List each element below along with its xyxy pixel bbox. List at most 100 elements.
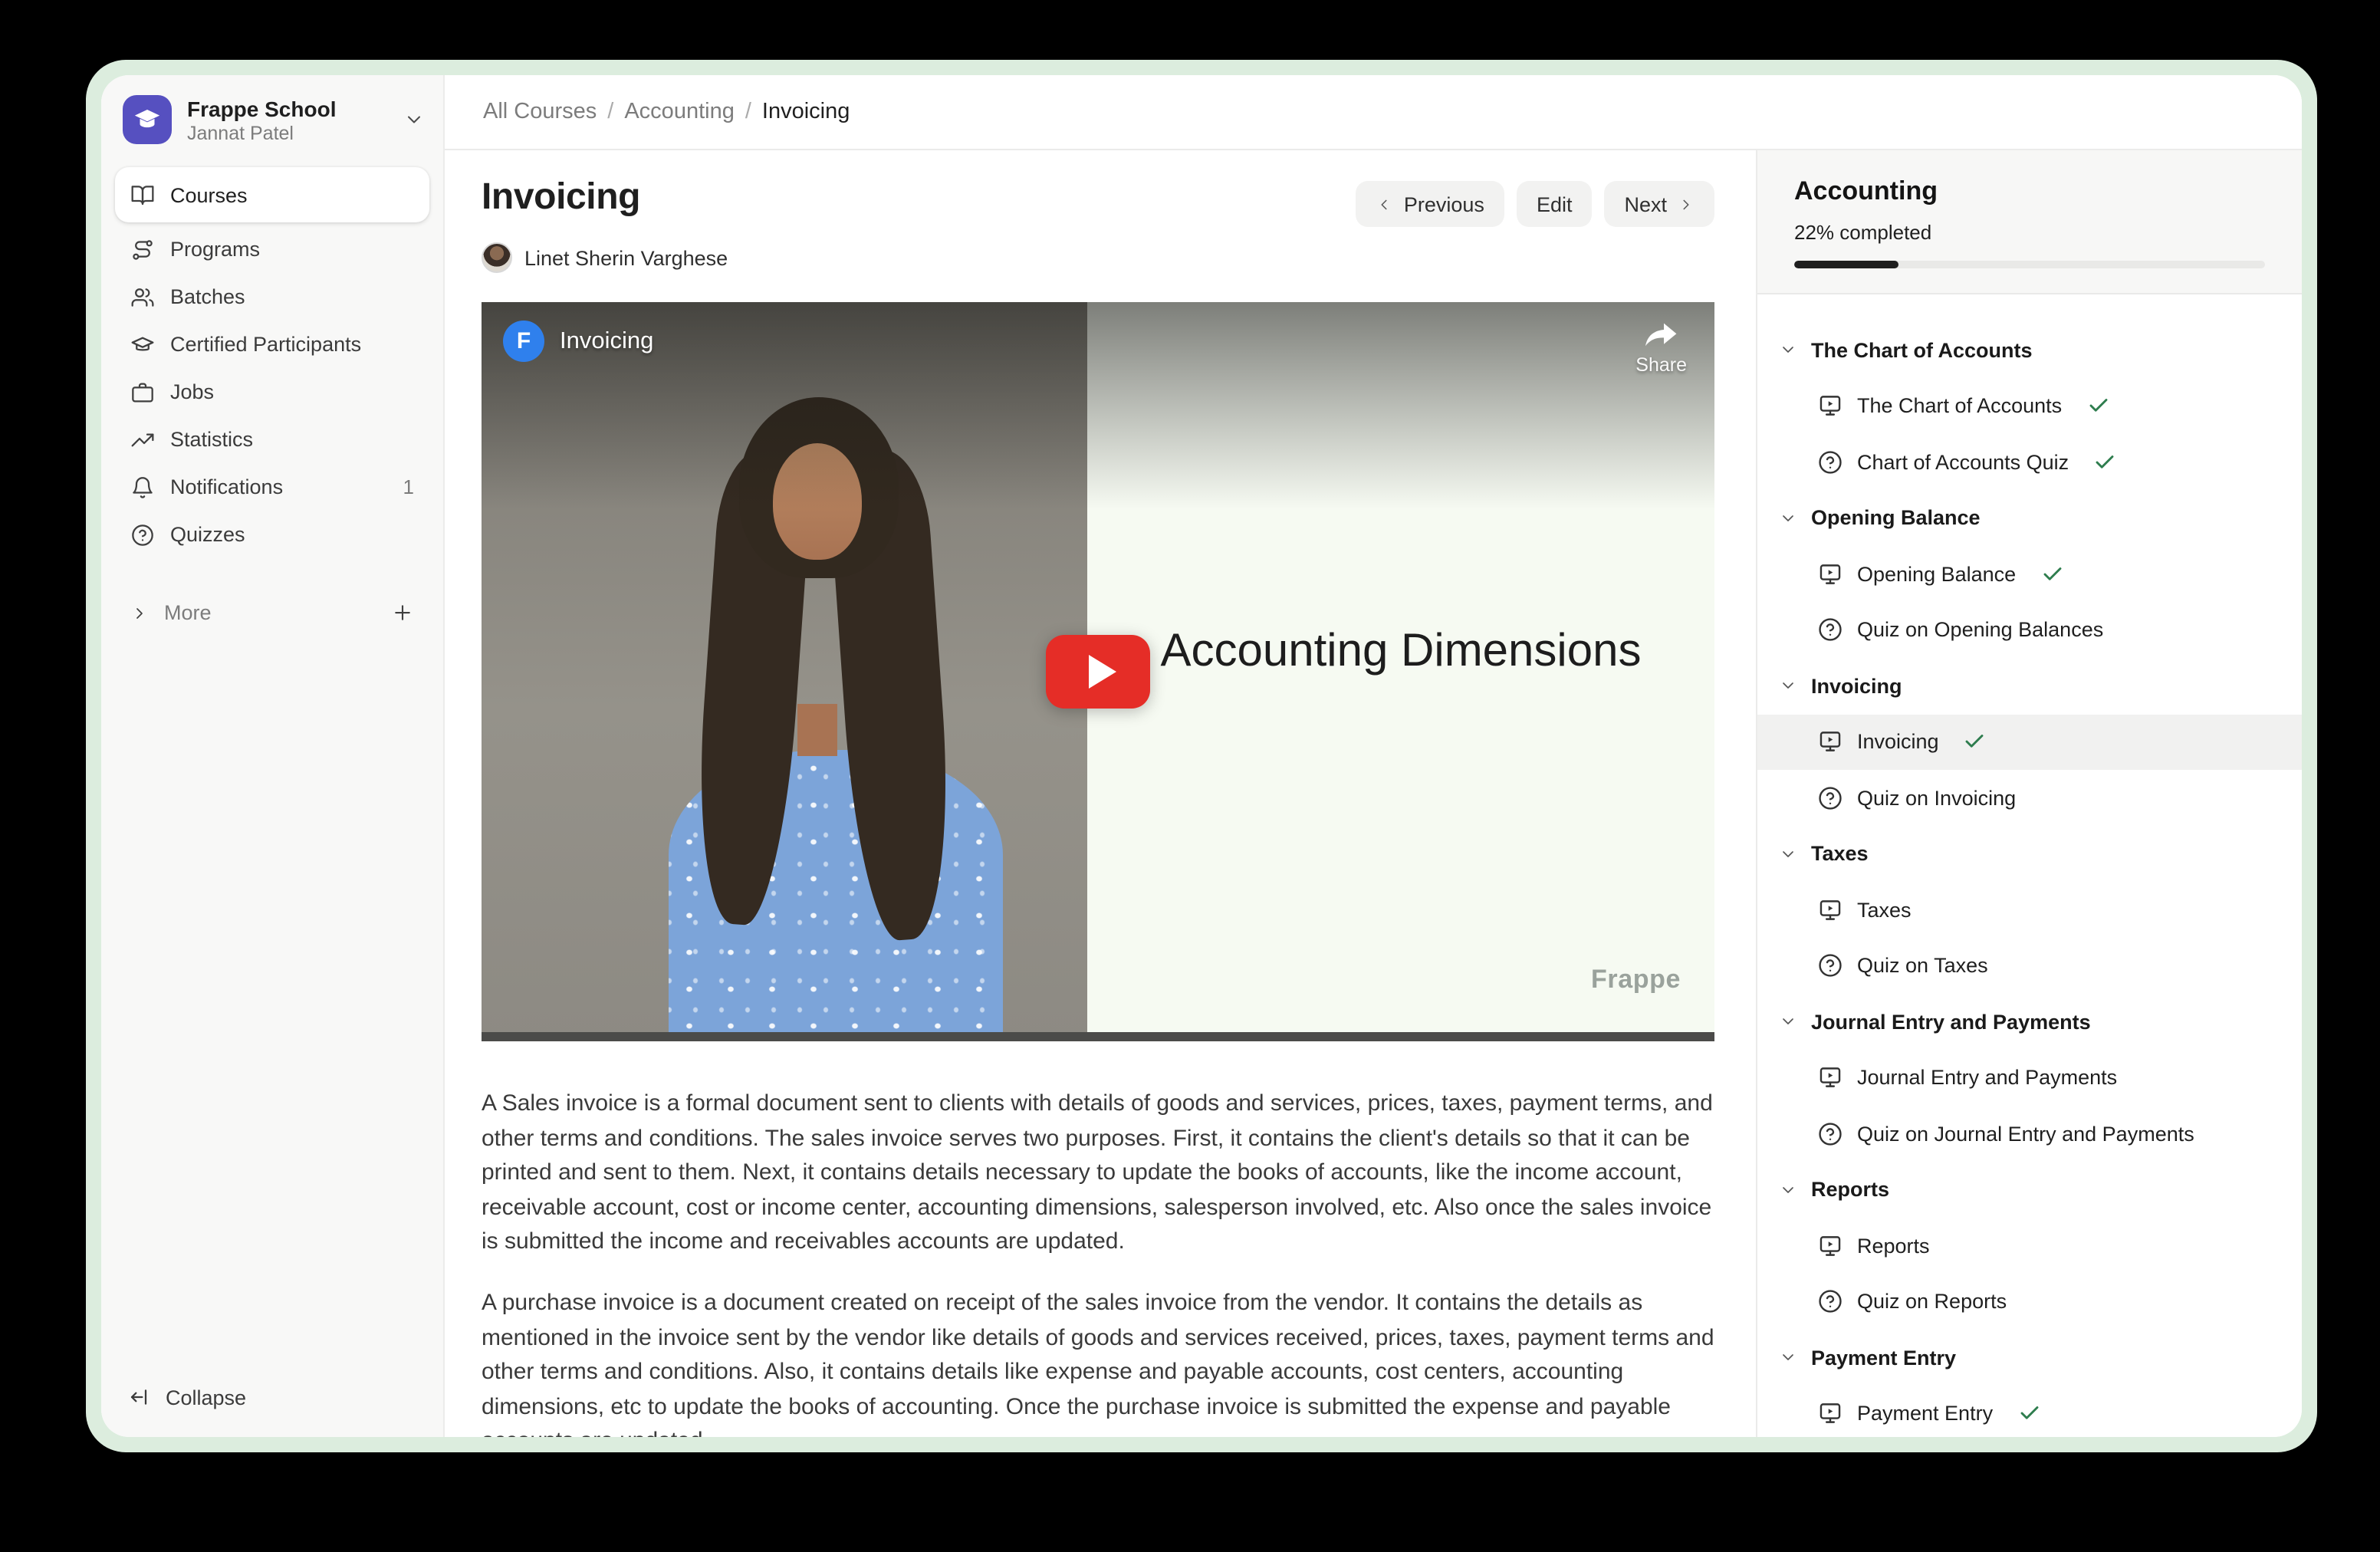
sidebar-item-label: Programs	[170, 238, 260, 261]
outline-section-payment-entry[interactable]: Payment Entry	[1757, 1330, 2302, 1386]
app-title: Frappe School	[187, 96, 388, 120]
chevron-down-icon	[1779, 1181, 1797, 1199]
check-icon	[1964, 731, 1987, 754]
window-frame: Frappe School Jannat Patel Courses Progra…	[86, 60, 2317, 1452]
frappe-school-logo	[123, 95, 172, 144]
outline-item-label: Reports	[1857, 1235, 1930, 1258]
outline-item-reports[interactable]: Reports	[1757, 1218, 2302, 1274]
breadcrumb-separator: /	[745, 100, 751, 124]
outline-item-the-chart-of-accounts[interactable]: The Chart of Accounts	[1757, 378, 2302, 434]
chevron-down-icon	[1779, 845, 1797, 863]
outline-item-label: Quiz on Invoicing	[1857, 787, 2016, 810]
outline-item-opening-balance[interactable]: Opening Balance	[1757, 546, 2302, 602]
outline-item-label: Quiz on Opening Balances	[1857, 619, 2103, 642]
outline-section-title: The Chart of Accounts	[1811, 339, 2033, 362]
play-button[interactable]	[1046, 635, 1150, 709]
course-progress-header: Accounting 22% completed	[1757, 150, 2302, 294]
book-open-icon	[130, 182, 155, 207]
slide-title: Accounting Dimensions	[1161, 620, 1642, 680]
plus-icon[interactable]	[391, 601, 414, 624]
previous-button[interactable]: Previous	[1356, 181, 1504, 227]
outline-item-label: Payment Entry	[1857, 1402, 1993, 1425]
sidebar-item-label: Courses	[170, 183, 248, 206]
outline-item-quiz-on-reports[interactable]: Quiz on Reports	[1757, 1274, 2302, 1330]
sidebar-item-label: Notifications	[170, 475, 283, 498]
progress-label: 22% completed	[1794, 221, 2265, 244]
play-icon	[1088, 655, 1116, 689]
sidebar-item-jobs[interactable]: Jobs	[115, 368, 429, 416]
help-circle-icon	[1817, 1121, 1843, 1147]
progress-bar-fill	[1794, 261, 1898, 268]
outline-item-payment-entry[interactable]: Payment Entry	[1757, 1386, 2302, 1437]
sidebar-nav: Courses Programs Batches Certified Particip…	[101, 158, 443, 558]
sidebar-more-toggle[interactable]: More	[115, 589, 429, 636]
briefcase-icon	[130, 380, 155, 404]
lesson-paragraph: A purchase invoice is a document created…	[482, 1287, 1714, 1437]
users-icon	[130, 284, 155, 309]
outline-section-title: Journal Entry and Payments	[1811, 1011, 2091, 1034]
more-label: More	[164, 601, 212, 624]
notification-count-badge: 1	[403, 475, 414, 498]
breadcrumb-link-all-courses[interactable]: All Courses	[483, 100, 597, 124]
presenter-figure	[797, 704, 837, 756]
sidebar-item-notifications[interactable]: Notifications 1	[115, 463, 429, 511]
outline-item-quiz-on-taxes[interactable]: Quiz on Taxes	[1757, 938, 2302, 994]
outline-section-opening-balance[interactable]: Opening Balance	[1757, 490, 2302, 546]
outline-item-journal-entry-and-payments[interactable]: Journal Entry and Payments	[1757, 1050, 2302, 1106]
page-title: Invoicing	[482, 176, 640, 219]
sidebar-item-batches[interactable]: Batches	[115, 273, 429, 321]
collapse-label: Collapse	[166, 1386, 246, 1409]
share-label: Share	[1635, 354, 1687, 376]
outline-section-journal-entry-and-payments[interactable]: Journal Entry and Payments	[1757, 994, 2302, 1050]
breadcrumb-separator: /	[607, 100, 613, 124]
outline-item-quiz-on-invoicing[interactable]: Quiz on Invoicing	[1757, 770, 2302, 826]
lesson-main: Invoicing Previous Edit Next	[445, 150, 1756, 1437]
video-player[interactable]: Accounting Dimensions Frappe F Invoicing…	[482, 302, 1714, 1041]
outline-item-quiz-on-opening-balances[interactable]: Quiz on Opening Balances	[1757, 602, 2302, 658]
video-title[interactable]: Invoicing	[560, 327, 653, 355]
outline-item-invoicing[interactable]: Invoicing	[1757, 714, 2302, 770]
outline-item-chart-of-accounts-quiz[interactable]: Chart of Accounts Quiz	[1757, 434, 2302, 490]
video-progress-bar[interactable]	[482, 1032, 1714, 1041]
progress-bar	[1794, 261, 2265, 268]
chevron-down-icon	[1779, 1349, 1797, 1367]
sidebar-item-certified-participants[interactable]: Certified Participants	[115, 321, 429, 368]
sidebar-item-quizzes[interactable]: Quizzes	[115, 511, 429, 558]
sidebar-item-courses[interactable]: Courses	[115, 167, 429, 222]
workspace-switcher[interactable]: Frappe School Jannat Patel	[101, 75, 443, 158]
left-sidebar: Frappe School Jannat Patel Courses Progra…	[101, 75, 445, 1437]
lesson-body-text: A Sales invoice is a formal document sen…	[482, 1087, 1714, 1437]
outline-section-invoicing[interactable]: Invoicing	[1757, 658, 2302, 714]
sidebar-item-statistics[interactable]: Statistics	[115, 416, 429, 463]
chevron-right-icon	[130, 603, 149, 622]
share-button[interactable]: Share	[1635, 322, 1687, 376]
main-column: All Courses / Accounting / Invoicing Invoici…	[445, 75, 2302, 1437]
sidebar-collapse-button[interactable]: Collapse	[101, 1385, 443, 1437]
outline-item-label: Chart of Accounts Quiz	[1857, 451, 2069, 474]
sidebar-item-label: Batches	[170, 285, 245, 308]
previous-button-label: Previous	[1404, 192, 1484, 215]
route-icon	[130, 237, 155, 261]
monitor-play-icon	[1817, 729, 1843, 755]
monitor-play-icon	[1817, 561, 1843, 587]
user-name: Jannat Patel	[187, 122, 388, 143]
outline-item-taxes[interactable]: Taxes	[1757, 882, 2302, 938]
check-icon	[2086, 395, 2109, 418]
edit-button-label: Edit	[1537, 192, 1573, 215]
outline-section-taxes[interactable]: Taxes	[1757, 826, 2302, 882]
breadcrumb-link-accounting[interactable]: Accounting	[624, 100, 735, 124]
outline-section-title: Opening Balance	[1811, 507, 1981, 530]
bell-icon	[130, 475, 155, 499]
edit-button[interactable]: Edit	[1517, 181, 1593, 227]
video-titlebar[interactable]: F Invoicing	[503, 321, 653, 362]
channel-avatar[interactable]: F	[503, 321, 544, 362]
breadcrumb: All Courses/Accounting/Invoicing	[445, 75, 2302, 150]
outline-section-the-chart-of-accounts[interactable]: The Chart of Accounts	[1757, 322, 2302, 378]
course-title: Accounting	[1794, 176, 2265, 207]
sidebar-item-programs[interactable]: Programs	[115, 225, 429, 273]
outline-item-quiz-on-journal-entry-and-payments[interactable]: Quiz on Journal Entry and Payments	[1757, 1106, 2302, 1162]
chevron-down-icon[interactable]	[403, 109, 425, 130]
next-button[interactable]: Next	[1604, 181, 1714, 227]
monitor-play-icon	[1817, 393, 1843, 419]
outline-section-reports[interactable]: Reports	[1757, 1162, 2302, 1218]
